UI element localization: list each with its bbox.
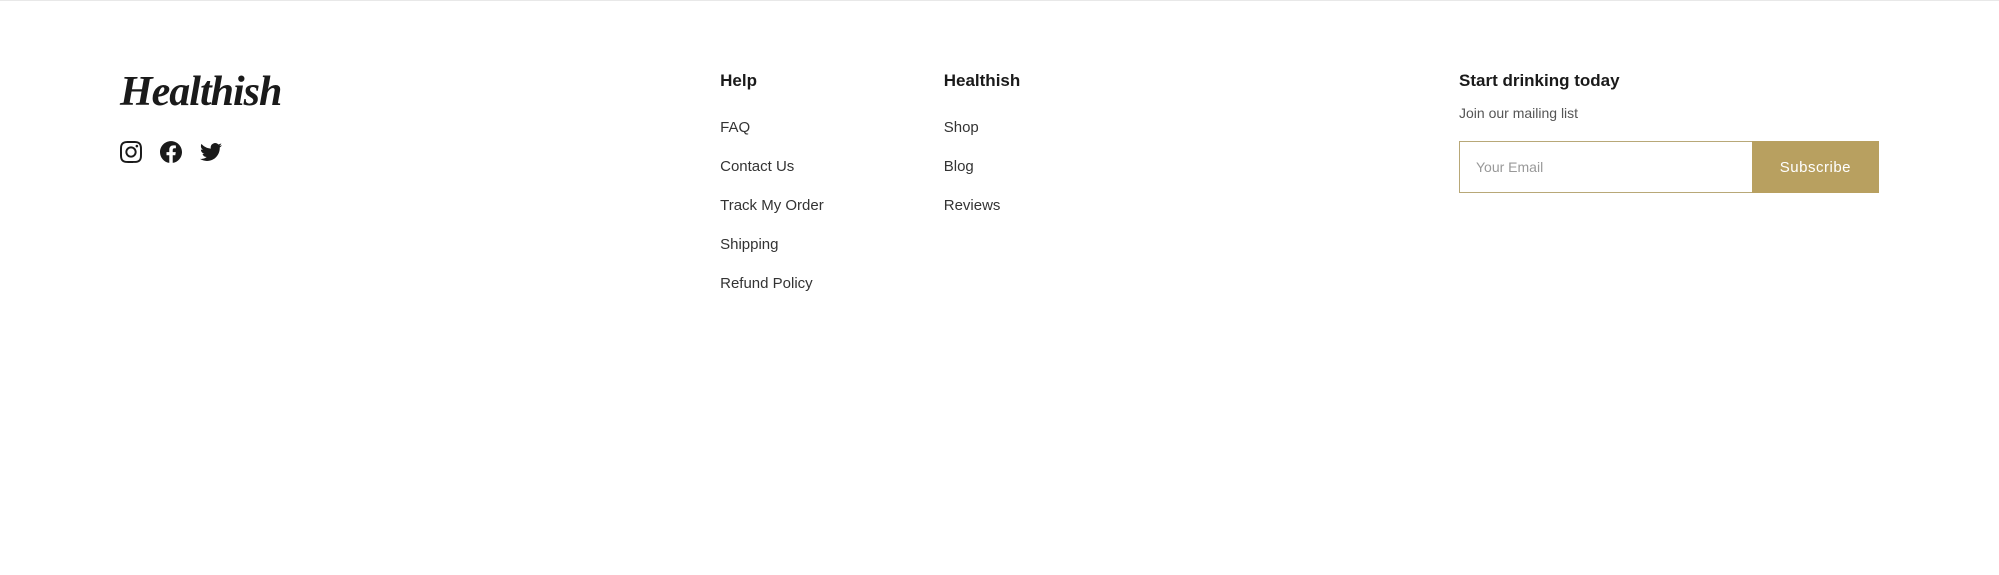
blog-link[interactable]: Blog	[944, 150, 1021, 183]
track-order-link[interactable]: Track My Order	[720, 189, 824, 222]
twitter-icon[interactable]	[200, 141, 222, 169]
subscribe-title: Start drinking today	[1459, 71, 1879, 91]
nav-sections: Help FAQ Contact Us Track My Order Shipp…	[281, 61, 1459, 300]
reviews-link[interactable]: Reviews	[944, 189, 1021, 222]
contact-link[interactable]: Contact Us	[720, 150, 824, 183]
brand-logo: Healthish	[120, 71, 281, 113]
email-input[interactable]	[1459, 141, 1752, 193]
facebook-icon[interactable]	[160, 141, 182, 169]
footer: Healthish Help	[0, 0, 1999, 575]
subscribe-section: Start drinking today Join our mailing li…	[1459, 61, 1879, 193]
subscribe-button[interactable]: Subscribe	[1752, 141, 1879, 193]
healthish-column: Healthish Shop Blog Reviews	[944, 71, 1021, 300]
subscribe-subtitle: Join our mailing list	[1459, 105, 1879, 121]
shop-link[interactable]: Shop	[944, 111, 1021, 144]
refund-link[interactable]: Refund Policy	[720, 267, 824, 300]
brand-section: Healthish	[120, 61, 281, 169]
faq-link[interactable]: FAQ	[720, 111, 824, 144]
shipping-link[interactable]: Shipping	[720, 228, 824, 261]
healthish-column-title: Healthish	[944, 71, 1021, 91]
help-column: Help FAQ Contact Us Track My Order Shipp…	[720, 71, 824, 300]
help-column-title: Help	[720, 71, 824, 91]
instagram-icon[interactable]	[120, 141, 142, 169]
email-form: Subscribe	[1459, 141, 1879, 193]
social-icons-group	[120, 141, 281, 169]
